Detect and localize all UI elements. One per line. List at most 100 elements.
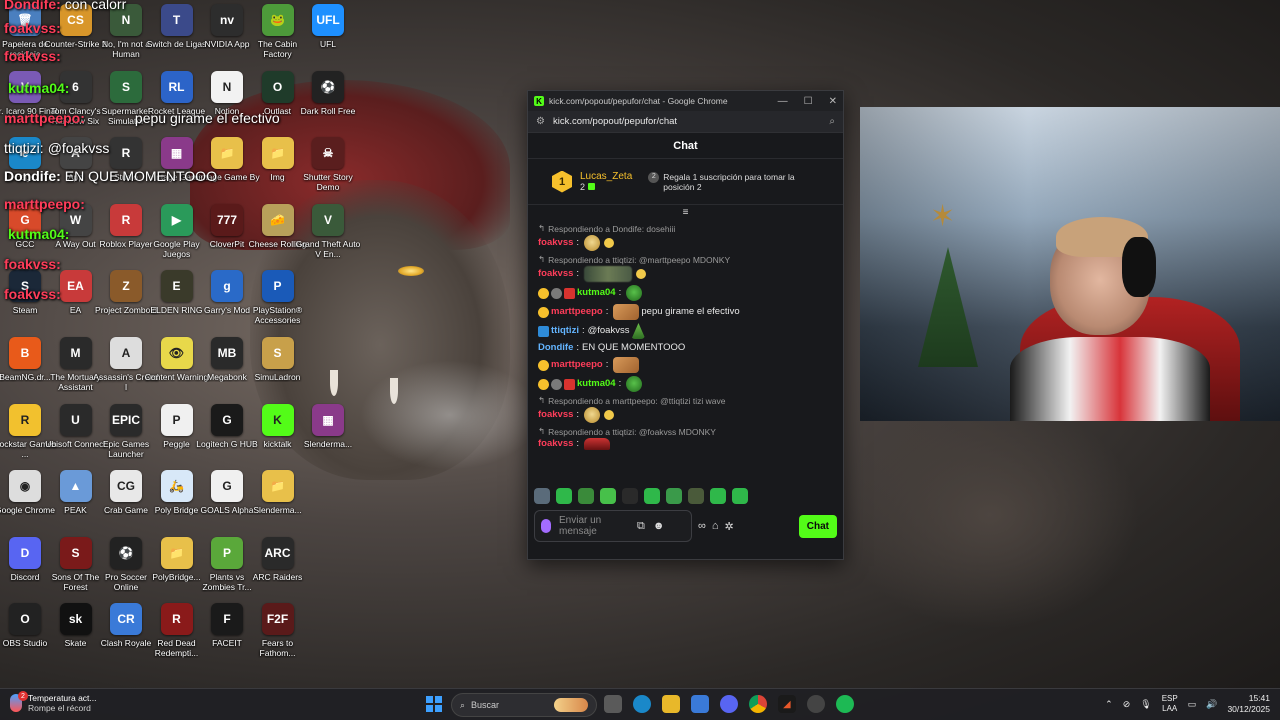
chat-username[interactable]: foakvss [538,237,573,249]
overlay-message: @foakvss [47,140,110,156]
emote-food [613,357,640,373]
desktop-icon[interactable]: F2F Fears to Fathom... [245,603,311,667]
overlay-chat-line: marttpeepo: pepu girame el efectivo [4,110,280,126]
display-icon[interactable]: ▭ [1188,699,1197,710]
emote-button[interactable] [534,488,550,504]
chat-username[interactable]: ttiqtizi [551,325,579,337]
clock-date: 30/12/2025 [1227,704,1270,714]
zoom-icon[interactable]: ⌕ [829,116,835,127]
spotify-icon[interactable] [836,695,854,713]
discord-icon[interactable] [720,695,738,713]
start-button[interactable] [426,696,442,712]
emote-button[interactable] [556,488,572,504]
desktop-icon[interactable]: ARC ARC Raiders [245,536,311,601]
language-indicator[interactable]: ESP LAA [1162,694,1178,714]
chat-username[interactable]: foakvss [538,438,573,450]
tray-overflow-icon[interactable]: ⌃ [1105,699,1113,710]
send-chat-button[interactable]: Chat [798,514,837,538]
reply-context[interactable]: ↰ Respondiendo a Dondife: dosehiii [538,223,833,234]
links-icon[interactable]: ∞ [698,520,706,532]
faceit-icon[interactable]: ◢ [778,695,796,713]
overlay-username: foakvss: [4,286,61,302]
desktop-icon[interactable]: ▦ Slenderma... [295,403,361,468]
chat-username[interactable]: marttpeepo [551,306,603,318]
site-settings-icon[interactable]: ⚙ [536,116,545,127]
chat-username[interactable]: kutma04 [577,378,616,390]
volume-icon[interactable]: 🔊 [1206,699,1217,710]
reply-arrow-icon: ↰ [538,254,546,264]
chat-message[interactable]: marttpeepo: pepu girame el efectivo [538,304,833,320]
chat-message[interactable]: ttiqtizi: @foakvss [538,323,833,339]
desktop-icon[interactable]: ⚽ Dark Roll Free [295,70,361,135]
overlay-message: pepu girame el efectivo [134,110,280,126]
close-button[interactable]: ✕ [829,96,837,107]
reply-context[interactable]: ↰ Respondiendo a ttiqtizi: @foakvss MDONK… [538,426,833,437]
reply-context[interactable]: ↰ Respondiendo a ttiqtizi: @marttpeepo MD… [538,254,833,265]
emote-button[interactable] [644,488,660,504]
app-icon: ▲ [59,470,92,503]
obs-icon[interactable] [807,695,825,713]
chat-message[interactable]: Dondife: EN QUE MOMENTOOO [538,342,833,354]
chrome-icon[interactable] [749,695,767,713]
chat-message[interactable]: kutma04: [538,285,833,301]
settings-gear-icon[interactable]: ✲ [725,520,734,533]
chat-input[interactable]: Enviar un mensaje ⧉ ☻ [534,510,692,542]
emote-button[interactable] [622,488,638,504]
chrome-popup-window[interactable]: K kick.com/popout/pepufor/chat - Google … [527,90,844,560]
desktop-icon[interactable]: S SimuLadron [245,337,311,401]
chat-username[interactable]: foakvss [538,268,573,280]
chat-message[interactable]: foakvss: [538,235,833,251]
desktop-icon-label: UFL [319,39,337,49]
edge-icon[interactable] [633,695,651,713]
desktop-icon[interactable]: P PlayStation® Accessories [245,270,311,334]
chat-message[interactable]: foakvss: [538,438,833,450]
store-icon[interactable]: ⌂ [712,520,719,532]
format-icon[interactable]: ⧉ [637,520,645,533]
chat-username[interactable]: kutma04 [577,287,616,299]
mic-icon[interactable] [541,519,551,533]
chat-username[interactable]: marttpeepo [551,359,603,371]
chat-message[interactable]: foakvss: [538,266,833,282]
store-app-icon[interactable] [691,695,709,713]
top-gifter-name[interactable]: Lucas_Zeta [580,171,632,182]
collapse-toggle-icon[interactable]: ≡ [528,205,843,219]
emote-button[interactable] [732,488,748,504]
url-text[interactable]: kick.com/popout/pepufor/chat [553,116,677,127]
emote-button[interactable] [666,488,682,504]
minimize-button[interactable]: — [778,96,788,107]
chat-username[interactable]: Dondife [538,342,573,354]
address-bar[interactable]: ⚙ kick.com/popout/pepufor/chat ⌕ [528,111,843,133]
network-off-icon[interactable]: ⊘ [1123,699,1131,710]
file-explorer-icon[interactable] [662,695,680,713]
desktop-icon[interactable]: 📁 Slenderma... [245,470,311,534]
mic-tray-icon[interactable]: 🎙 [1140,699,1151,710]
emote-button[interactable] [688,488,704,504]
smoke-art [360,360,540,470]
taskbar-search[interactable]: ⌕ Buscar [451,693,597,717]
emote-button[interactable] [578,488,594,504]
window-titlebar[interactable]: K kick.com/popout/pepufor/chat - Google … [528,91,843,111]
chat-message[interactable]: kutma04: [538,376,833,392]
emoji-icon[interactable]: ☻ [653,520,665,532]
emote-frog [626,376,643,392]
maximize-button[interactable]: ☐ [804,96,813,107]
emote-strip[interactable] [528,485,843,507]
task-view-icon[interactable] [604,695,622,713]
clock[interactable]: 15:41 30/12/2025 [1227,693,1270,715]
desktop-icon[interactable]: V Grand Theft Auto V En... [295,203,361,268]
chat-username[interactable]: foakvss [538,409,573,421]
app-icon: G [211,470,243,503]
gift-prompt[interactable]: 2 Regala 1 suscripción para tomar la pos… [648,171,808,192]
emote-button[interactable] [600,488,616,504]
weather-widget[interactable]: 2 Temperatura act... Rompe el récord [10,691,97,713]
chat-input-placeholder[interactable]: Enviar un mensaje [559,515,629,537]
app-icon: S [110,70,142,103]
chat-header: Chat [528,133,843,159]
chat-message[interactable]: foakvss: [538,407,833,423]
chat-message[interactable]: marttpeepo: [538,357,833,373]
reply-context[interactable]: ↰ Respondiendo a marttpeepo: @ttiqtizi ti… [538,395,833,406]
emote-button[interactable] [710,488,726,504]
desktop-icon[interactable]: ☠ Shutter Story Demo [295,137,361,201]
overlay-chat-line: marttpeepo: [4,196,85,212]
desktop-icon[interactable]: UFL UFL [295,4,361,68]
